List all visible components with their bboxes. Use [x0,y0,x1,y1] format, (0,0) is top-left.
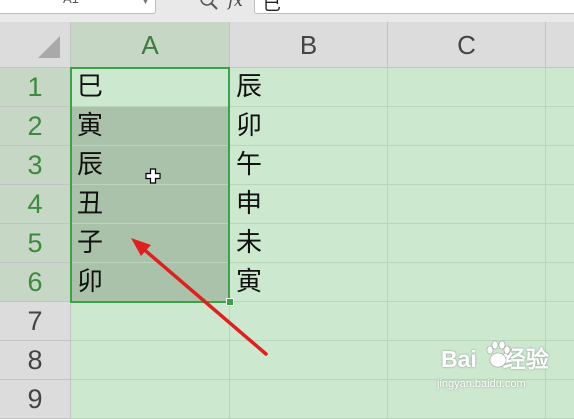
zoom-icon[interactable] [199,0,219,11]
formula-input[interactable]: 巳 [254,0,574,15]
name-box-value: A1 [63,0,79,6]
fx-icon[interactable]: fx [228,0,243,10]
watermark-url: jingyan.baidu.com [437,378,526,390]
name-box[interactable]: A1 ▼ [0,0,156,14]
paw-icon [486,340,511,368]
baidu-watermark: Bai 经验 jingyan.baidu.com [437,340,574,406]
chevron-down-icon[interactable]: ▼ [142,0,149,6]
formula-value: 巳 [263,0,281,15]
formula-bar: A1 ▼ fx 巳 [0,0,574,23]
